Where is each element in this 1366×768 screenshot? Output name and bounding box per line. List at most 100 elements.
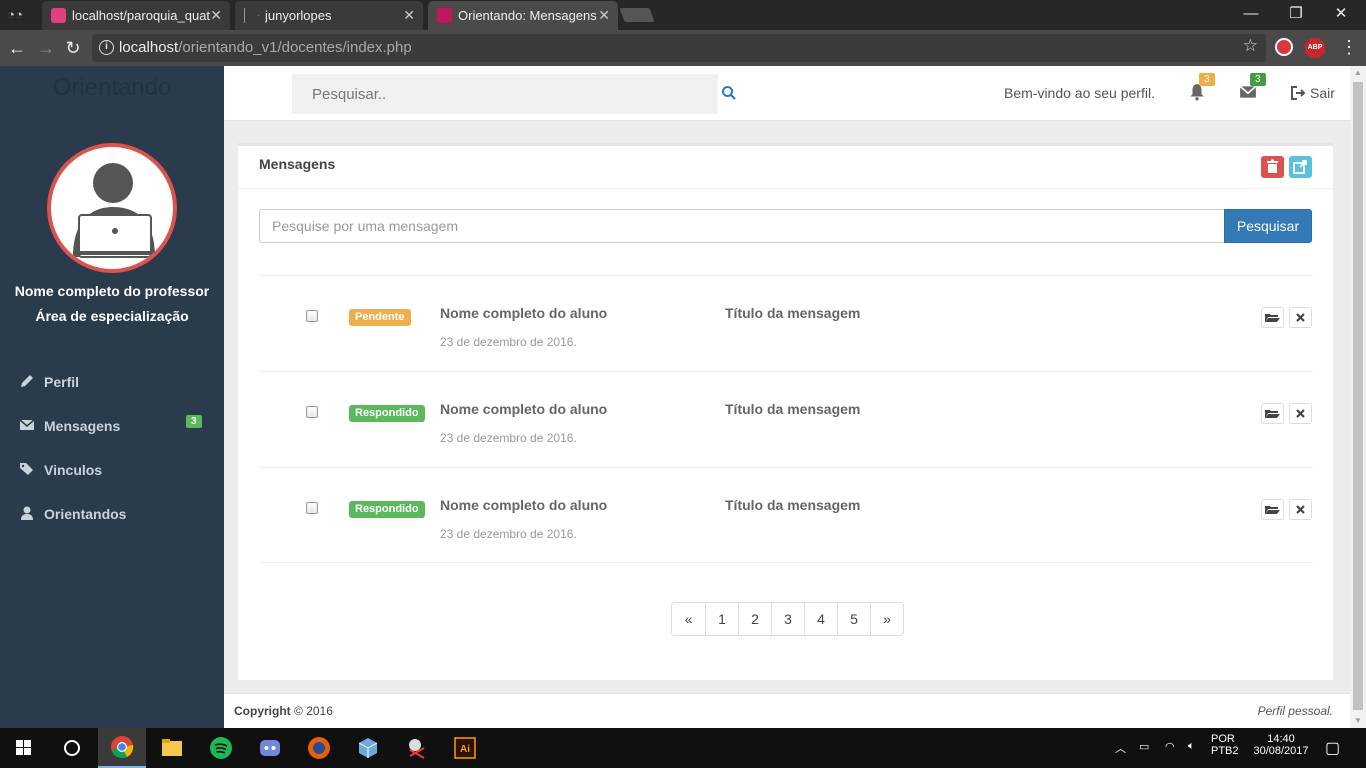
compose-message-button[interactable]: [1289, 156, 1312, 178]
scrollbar-thumb[interactable]: [1353, 82, 1363, 710]
open-message-button[interactable]: [1261, 307, 1284, 328]
page-1[interactable]: 1: [705, 603, 738, 635]
message-checkbox[interactable]: [306, 310, 318, 322]
page-next[interactable]: »: [870, 603, 903, 635]
close-tab-icon[interactable]: ✕: [403, 1, 415, 30]
delete-message-button[interactable]: [1289, 403, 1312, 424]
search-icon[interactable]: [721, 85, 737, 101]
message-title[interactable]: Título da mensagem: [725, 497, 860, 513]
panel-title: Mensagens: [259, 156, 336, 172]
message-checkbox[interactable]: [306, 502, 318, 514]
close-tab-icon[interactable]: ✕: [210, 1, 222, 30]
status-badge: Respondido: [349, 405, 425, 422]
discord-icon: [260, 740, 280, 756]
scroll-up-icon[interactable]: ▲: [1350, 66, 1366, 80]
status-badge: Pendente: [349, 309, 411, 326]
sidebar-item-orientandos[interactable]: Orientandos: [0, 495, 224, 535]
keyboard-layout: PTB2: [1211, 745, 1239, 757]
chrome-menu-icon[interactable]: ⋮: [1340, 37, 1358, 57]
avatar: [47, 143, 177, 273]
folder-icon: [162, 739, 182, 756]
search-cortana-button[interactable]: [48, 728, 96, 768]
message-title[interactable]: Título da mensagem: [725, 305, 860, 321]
chrome-taskbar-button[interactable]: [98, 728, 146, 768]
message-title[interactable]: Título da mensagem: [725, 401, 860, 417]
play-favicon-icon: [244, 8, 259, 23]
brand-logo[interactable]: Orientando: [0, 74, 224, 102]
user-icon: [21, 506, 33, 520]
page-viewport: Orientando Nome completo do professor Ár…: [0, 66, 1350, 728]
tab-title: Orientando: Mensagens: [458, 8, 597, 23]
messages-badge: 3: [1250, 73, 1266, 86]
cortana-icon: [64, 740, 80, 756]
minimize-button[interactable]: —: [1228, 0, 1274, 30]
spotify-button[interactable]: [197, 728, 245, 768]
delete-message-button[interactable]: [1289, 307, 1312, 328]
address-bar[interactable]: i localhost/orientando_v1/docentes/index…: [92, 34, 1266, 62]
global-search-input[interactable]: [292, 74, 718, 114]
page-prev[interactable]: «: [672, 603, 705, 635]
message-row[interactable]: Respondido Nome completo do aluno 23 de …: [259, 467, 1313, 563]
reload-button[interactable]: ↻: [62, 37, 84, 59]
file-explorer-button[interactable]: [148, 728, 196, 768]
show-hidden-icons[interactable]: ︿: [1115, 740, 1126, 768]
action-center-icon[interactable]: ▢: [1325, 738, 1340, 768]
message-checkbox[interactable]: [306, 406, 318, 418]
sidebar-item-label: Vinculos: [44, 462, 103, 478]
sidebar-item-vinculos[interactable]: Vinculos: [0, 451, 224, 491]
restore-button[interactable]: ❐: [1273, 0, 1319, 30]
share-square-icon: [1293, 160, 1307, 174]
sidebar-item-label: Perfil: [44, 374, 80, 390]
close-icon: [1296, 409, 1305, 418]
volume-icon[interactable]: 🔈︎: [1188, 740, 1195, 768]
page-2[interactable]: 2: [738, 603, 771, 635]
bookmark-star-icon[interactable]: ☆: [1243, 36, 1258, 56]
language-code: POR: [1211, 733, 1235, 745]
browser-tab-3[interactable]: Orientando: Mensagens ✕: [428, 1, 618, 30]
folder-open-icon: [1265, 506, 1280, 514]
discord-button[interactable]: [246, 728, 294, 768]
open-message-button[interactable]: [1261, 403, 1284, 424]
virtualbox-button[interactable]: [344, 728, 392, 768]
vertical-scrollbar[interactable]: ▲ ▼: [1350, 66, 1366, 728]
close-icon: [1296, 313, 1305, 322]
new-tab-button[interactable]: [619, 8, 655, 22]
message-row[interactable]: Respondido Nome completo do aluno 23 de …: [259, 371, 1313, 467]
message-date: 23 de dezembro de 2016.: [440, 335, 577, 349]
back-button[interactable]: ←: [6, 37, 28, 59]
delete-message-button[interactable]: [1289, 499, 1312, 520]
copyright-text: Copyright © 2016: [234, 704, 333, 718]
envelope-icon: [19, 419, 35, 430]
close-tab-icon[interactable]: ✕: [598, 1, 610, 30]
extension-icon[interactable]: [1275, 38, 1293, 56]
browser-tab-1[interactable]: localhost/paroquia_quat ✕: [42, 1, 230, 30]
scroll-down-icon[interactable]: ▼: [1350, 714, 1366, 728]
firefox-button[interactable]: [295, 728, 343, 768]
wifi-icon[interactable]: ◠: [1165, 740, 1175, 768]
folder-open-icon: [1265, 410, 1280, 418]
close-window-button[interactable]: ✕: [1318, 0, 1364, 30]
message-search-input[interactable]: [259, 209, 1225, 243]
student-name: Nome completo do aluno: [440, 305, 608, 321]
sidebar-item-mensagens[interactable]: Mensagens 3: [0, 407, 224, 447]
page-3[interactable]: 3: [771, 603, 804, 635]
message-row[interactable]: Pendente Nome completo do aluno 23 de de…: [259, 275, 1313, 371]
clock[interactable]: 14:40 30/08/2017: [1247, 733, 1315, 768]
tags-icon: [20, 463, 33, 475]
browser-tab-2[interactable]: junyorlopes ✕: [235, 1, 423, 30]
input-language[interactable]: POR PTB2: [1211, 733, 1239, 768]
message-search-button[interactable]: Pesquisar: [1224, 209, 1312, 243]
forward-button[interactable]: →: [35, 37, 57, 59]
sidebar-item-perfil[interactable]: Perfil: [0, 363, 224, 403]
delete-selected-button[interactable]: [1261, 156, 1284, 178]
info-icon[interactable]: i: [99, 40, 114, 55]
open-message-button[interactable]: [1261, 499, 1284, 520]
battery-icon[interactable]: ▭: [1139, 740, 1149, 768]
page-4[interactable]: 4: [804, 603, 837, 635]
illustrator-button[interactable]: Ai: [441, 728, 489, 768]
adblock-plus-icon[interactable]: ABP: [1305, 38, 1325, 58]
page-5[interactable]: 5: [837, 603, 870, 635]
student-name: Nome completo do aluno: [440, 497, 608, 513]
windows-start-button[interactable]: [0, 728, 48, 768]
snipping-tool-button[interactable]: [393, 728, 441, 768]
